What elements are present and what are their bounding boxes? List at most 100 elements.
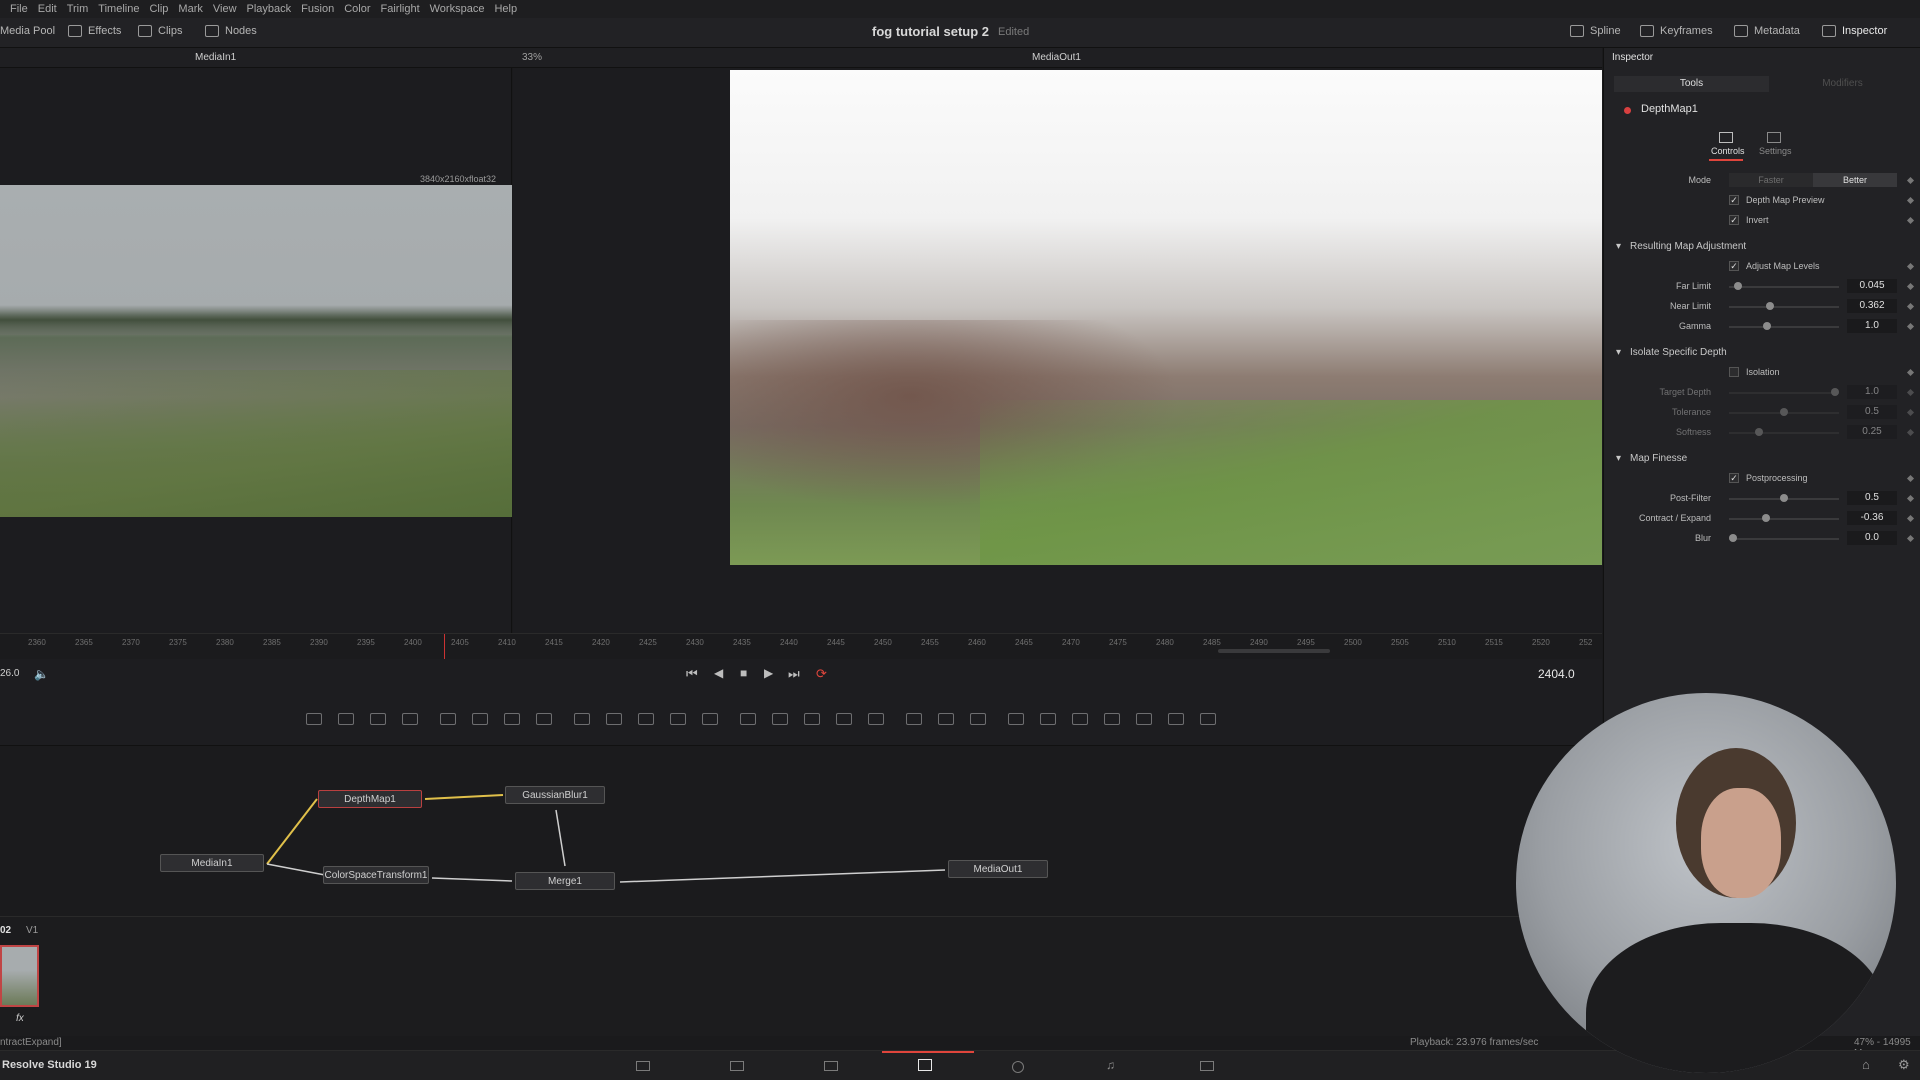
play-reverse-icon[interactable]: ◀ (714, 666, 723, 680)
clip-thumbnail[interactable] (0, 945, 39, 1007)
menu-workspace[interactable]: Workspace (430, 3, 485, 15)
postprocessing-checkbox[interactable]: ✓ (1729, 473, 1739, 483)
channel-booleans-tool-icon[interactable] (574, 713, 590, 725)
fairlight-page-icon[interactable]: ♫ (1106, 1058, 1115, 1072)
menu-edit[interactable]: Edit (38, 3, 57, 15)
tolerance-value[interactable]: 0.5 (1847, 405, 1897, 419)
paint-tool-icon[interactable] (402, 713, 418, 725)
invert-checkbox[interactable]: ✓ (1729, 215, 1739, 225)
settings-gear-icon[interactable]: ⚙ (1898, 1057, 1910, 1073)
transform-tool-icon[interactable] (670, 713, 686, 725)
menu-fairlight[interactable]: Fairlight (381, 3, 420, 15)
menu-help[interactable]: Help (494, 3, 517, 15)
node-merge[interactable]: Merge1 (515, 872, 615, 890)
softness-keyframe-icon[interactable] (1906, 428, 1915, 437)
invert-keyframe-icon[interactable] (1906, 216, 1915, 225)
effects-button[interactable]: Effects (68, 25, 121, 37)
section-resulting-map[interactable]: ▾ Resulting Map Adjustment (1604, 238, 1920, 256)
preview-keyframe-icon[interactable] (1906, 196, 1915, 205)
section-isolate-depth[interactable]: ▾ Isolate Specific Depth (1604, 344, 1920, 362)
node-editor[interactable]: DepthMap1 GaussianBlur1 MediaIn1 ColorSp… (0, 746, 1602, 916)
particle-tool-icon[interactable] (440, 713, 456, 725)
merge3d-alt-tool-icon[interactable] (1200, 713, 1216, 725)
tolerance-handle[interactable] (1780, 408, 1788, 416)
softness-value[interactable]: 0.25 (1847, 425, 1897, 439)
menu-clip[interactable]: Clip (149, 3, 168, 15)
near-limit-slider[interactable] (1729, 306, 1839, 308)
camera3d-tool-icon[interactable] (1072, 713, 1088, 725)
target-depth-slider[interactable] (1729, 392, 1839, 394)
node-media-out[interactable]: MediaOut1 (948, 860, 1048, 878)
menu-file[interactable]: File (10, 3, 28, 15)
matte-tool-icon[interactable] (638, 713, 654, 725)
tab-modifiers[interactable]: Modifiers (1774, 76, 1911, 92)
far-limit-keyframe-icon[interactable] (1906, 282, 1915, 291)
softness-slider[interactable] (1729, 432, 1839, 434)
adjust-map-levels-checkbox[interactable]: ✓ (1729, 261, 1739, 271)
deliver-page-icon[interactable] (1200, 1061, 1214, 1071)
mode-better-button[interactable]: Better (1813, 173, 1897, 187)
image-tool-icon[interactable] (338, 713, 354, 725)
tracker-tool-icon[interactable] (868, 713, 884, 725)
near-limit-handle[interactable] (1765, 302, 1774, 310)
bspline-mask-icon[interactable] (836, 713, 852, 725)
left-viewer[interactable]: 3840x2160xfloat32 (0, 68, 512, 633)
menu-mark[interactable]: Mark (178, 3, 202, 15)
blur-tool-icon[interactable] (536, 713, 552, 725)
isolation-keyframe-icon[interactable] (1906, 368, 1915, 377)
brightness-tool-icon[interactable] (472, 713, 488, 725)
gamma-slider[interactable] (1729, 326, 1839, 328)
adjust-levels-keyframe-icon[interactable] (1906, 262, 1915, 271)
fbx-tool-icon[interactable] (1168, 713, 1184, 725)
node-color-space-transform[interactable]: ColorSpaceTransform1 (323, 866, 429, 884)
menu-view[interactable]: View (213, 3, 237, 15)
blur-value[interactable]: 0.0 (1847, 531, 1897, 545)
go-to-start-icon[interactable]: ⏮ (686, 666, 698, 682)
node-enabled-dot[interactable] (1624, 107, 1631, 114)
merge3d-tool-icon[interactable] (702, 713, 718, 725)
post-filter-handle[interactable] (1780, 494, 1788, 502)
menu-trim[interactable]: Trim (67, 3, 89, 15)
mode-faster-button[interactable]: Faster (1729, 173, 1813, 187)
current-frame[interactable]: 2404.0 (1538, 667, 1575, 681)
keyframes-button[interactable]: Keyframes (1640, 25, 1713, 37)
go-to-end-icon[interactable]: ⏭ (788, 666, 800, 682)
spline-button[interactable]: Spline (1570, 25, 1621, 37)
play-icon[interactable]: ▶ (764, 666, 773, 680)
light-tool-icon[interactable] (1104, 713, 1120, 725)
far-limit-handle[interactable] (1733, 282, 1742, 290)
target-depth-keyframe-icon[interactable] (1906, 388, 1915, 397)
mode-keyframe-icon[interactable] (1906, 176, 1915, 185)
menu-playback[interactable]: Playback (247, 3, 292, 15)
blur-handle[interactable] (1729, 534, 1737, 542)
background-tool-icon[interactable] (306, 713, 322, 725)
post-filter-keyframe-icon[interactable] (1906, 494, 1915, 503)
viewer-scrollbar[interactable] (1218, 649, 1330, 653)
ellipse-mask-icon[interactable] (772, 713, 788, 725)
rectangle-mask-icon[interactable] (740, 713, 756, 725)
color-page-icon[interactable] (1012, 1061, 1024, 1073)
inspector-button[interactable]: Inspector (1822, 25, 1887, 37)
target-depth-handle[interactable] (1831, 388, 1839, 396)
postprocessing-keyframe-icon[interactable] (1906, 474, 1915, 483)
playhead[interactable] (444, 634, 445, 660)
menu-color[interactable]: Color (344, 3, 370, 15)
subtab-settings[interactable]: Settings (1759, 132, 1792, 156)
p-render-tool-icon[interactable] (938, 713, 954, 725)
media-pool-button[interactable]: Media Pool (0, 25, 55, 37)
blur-slider[interactable] (1729, 538, 1839, 540)
gamma-handle[interactable] (1762, 322, 1771, 330)
gamma-keyframe-icon[interactable] (1906, 322, 1915, 331)
cut-page-icon[interactable] (730, 1061, 744, 1071)
material-tool-icon[interactable] (1136, 713, 1152, 725)
near-limit-keyframe-icon[interactable] (1906, 302, 1915, 311)
far-limit-slider[interactable] (1729, 286, 1839, 288)
depth-map-preview-checkbox[interactable]: ✓ (1729, 195, 1739, 205)
subtab-controls[interactable]: Controls (1709, 132, 1745, 161)
text3d-tool-icon[interactable] (970, 713, 986, 725)
emitter-tool-icon[interactable] (906, 713, 922, 725)
fusion-page-icon[interactable] (918, 1059, 932, 1071)
edit-page-icon[interactable] (824, 1061, 838, 1071)
tab-tools[interactable]: Tools (1614, 76, 1769, 92)
gamma-value[interactable]: 1.0 (1847, 319, 1897, 333)
